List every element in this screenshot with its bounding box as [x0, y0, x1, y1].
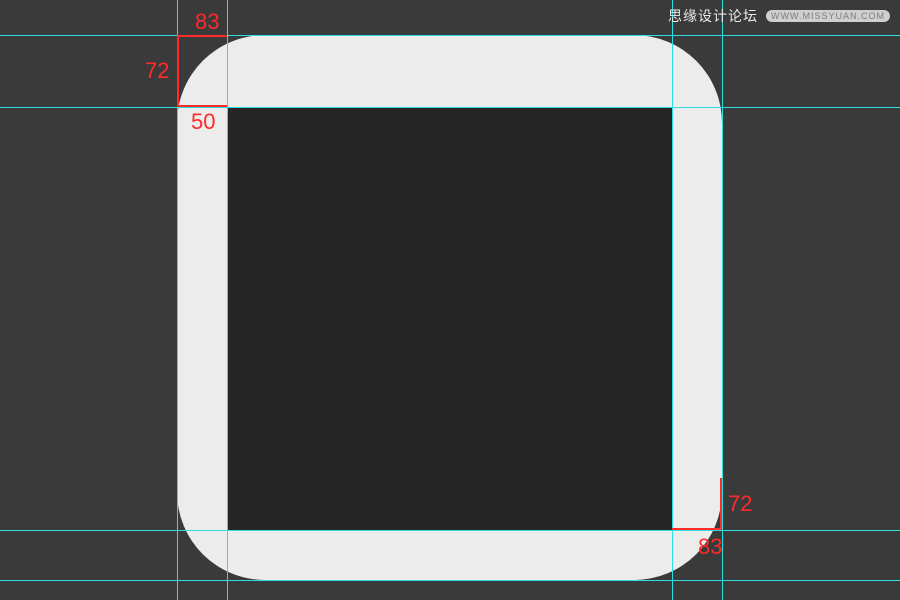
guide-horizontal [0, 107, 900, 108]
measure-label: 83 [698, 536, 722, 558]
measure-label: 72 [145, 60, 169, 82]
guide-horizontal [0, 530, 900, 531]
measure-label: 72 [728, 493, 752, 515]
watermark-text: 思缘设计论坛 [668, 6, 758, 26]
guide-vertical [722, 0, 723, 600]
watermark: 思缘设计论坛 WWW.MISSYUAN.COM [668, 6, 890, 26]
guide-horizontal [0, 35, 900, 36]
measure-label: 83 [195, 11, 219, 33]
measure-top-left [177, 35, 227, 107]
design-canvas: 83 72 50 72 83 思缘设计论坛 WWW.MISSYUAN.COM [0, 0, 900, 600]
measure-label: 50 [191, 111, 215, 133]
guide-horizontal [0, 580, 900, 581]
measure-bottom-right [672, 478, 722, 530]
inner-rect-layer [227, 107, 672, 530]
guide-vertical [227, 0, 228, 600]
watermark-url: WWW.MISSYUAN.COM [766, 10, 890, 22]
